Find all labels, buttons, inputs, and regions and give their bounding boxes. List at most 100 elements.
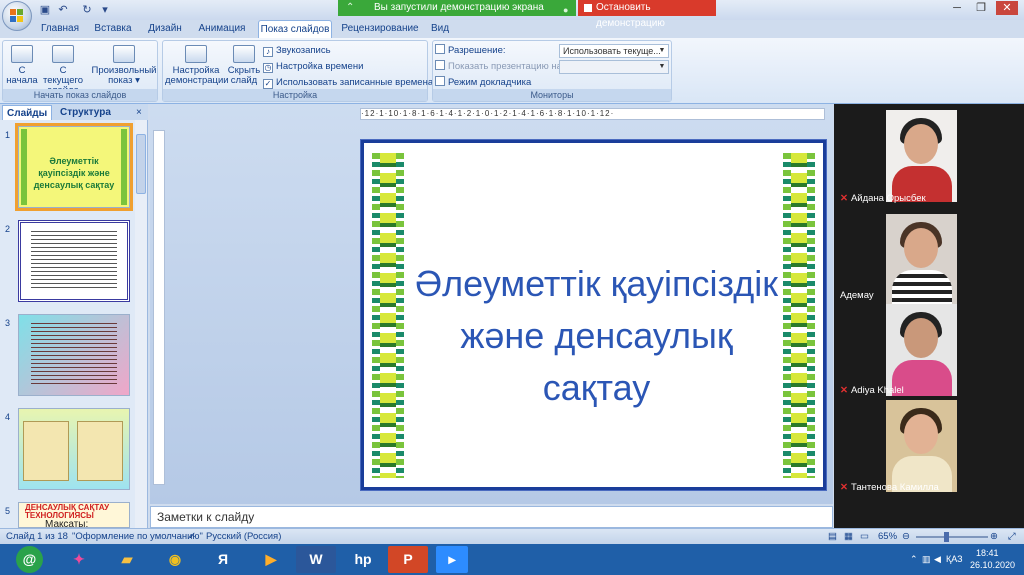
taskbar: @ ✦ ▰ ◉ Я ▶ W hp P ▸ ⌃ ▥ ◀ ҚАЗ 18:41 26.… xyxy=(0,544,1024,575)
horizontal-ruler: ·12·1·10·1·8·1·6·1·4·1·2·1·0·1·2·1·4·1·6… xyxy=(360,108,825,120)
powerpoint-icon[interactable]: P xyxy=(388,546,428,573)
current-slide[interactable]: Әлеуметтік қауіпсіздік және денсаулық са… xyxy=(360,139,827,491)
slide-thumbnail-3[interactable] xyxy=(18,314,130,396)
setup-show-button[interactable]: Настройка демонстрации xyxy=(165,45,229,86)
office-logo-icon xyxy=(10,9,24,23)
clock-icon: ◷ xyxy=(263,63,273,73)
start-icon[interactable]: @ xyxy=(16,546,43,573)
yandex-icon[interactable]: Я xyxy=(204,546,242,573)
show-on-select[interactable]: ▼ xyxy=(559,60,669,74)
theme-name[interactable]: "Оформление по умолчанию" xyxy=(72,529,203,544)
shield-icon: ● xyxy=(563,5,569,15)
participant-video[interactable] xyxy=(886,304,957,396)
custom-show-label: Произвольный показ xyxy=(91,65,157,86)
resolution-label-row: Разрешение: xyxy=(435,44,506,58)
ribbon: С начала С текущего слайда Произвольный … xyxy=(0,38,1024,104)
participant-name-text: Adiya Khalel xyxy=(850,385,904,396)
from-start-label: С начала xyxy=(6,65,38,86)
presenter-view-checkbox[interactable]: Режим докладчика xyxy=(435,76,531,90)
participant-name: ✕ Тантенова Камилла xyxy=(840,482,939,493)
tab-review[interactable]: Рецензирование xyxy=(340,20,420,38)
dropdown-arrow-icon: ▼ xyxy=(658,63,666,70)
participant-video[interactable] xyxy=(886,110,957,202)
zoom-in-icon[interactable]: ⊕ xyxy=(990,529,998,544)
resolution-select[interactable]: Использовать текуще... ▼ xyxy=(559,44,669,58)
slides-pane: Слайды Структура × 1 Әлеуметтік қауіпсіз… xyxy=(0,104,148,528)
folder-icon[interactable]: ▰ xyxy=(108,546,146,573)
slide-title[interactable]: Әлеуметтік қауіпсіздік және денсаулық са… xyxy=(404,258,789,414)
clock-time[interactable]: 18:41 xyxy=(976,548,999,558)
ribbon-tabs: Главная Вставка Дизайн Анимация Показ сл… xyxy=(0,20,1024,38)
slides-scrollbar[interactable] xyxy=(135,120,147,528)
tab-animation[interactable]: Анимация xyxy=(194,20,250,38)
keyboard-language[interactable]: ҚАЗ xyxy=(946,554,963,564)
zoom-slider[interactable] xyxy=(916,536,988,538)
close-icon[interactable]: ✕ xyxy=(996,1,1018,15)
language-indicator[interactable]: Русский (Россия) xyxy=(206,529,281,544)
zoom-slider-handle[interactable] xyxy=(944,532,949,542)
zoom-app-icon[interactable]: ▸ xyxy=(436,546,468,573)
network-icon[interactable]: ▥ xyxy=(922,554,931,565)
rehearse-timings-label: Настройка времени xyxy=(276,61,364,72)
slide-title-line-1: Әлеуметтік қауіпсіздік xyxy=(415,263,778,304)
record-narration-button[interactable]: ♪ Звукозапись xyxy=(263,44,331,58)
media-player-icon[interactable]: ▶ xyxy=(252,546,290,573)
chrome-icon[interactable]: ◉ xyxy=(156,546,194,573)
tab-view[interactable]: Вид xyxy=(428,20,452,38)
office-button[interactable] xyxy=(2,1,32,31)
slide-thumbnail-5[interactable]: ДЕНСАУЛЫҚ САҚТАУ ТЕХНОЛОГИЯСЫ Мақсаты: xyxy=(18,502,130,528)
slide-sorter-icon[interactable]: ▦ xyxy=(844,529,853,544)
word-icon[interactable]: W xyxy=(296,546,336,573)
redo-icon[interactable]: ↻ xyxy=(80,3,94,17)
slide-number: 5 xyxy=(5,506,11,516)
chevron-up-icon[interactable]: ⌃ xyxy=(346,0,354,16)
minimize-icon[interactable]: ─ xyxy=(946,1,968,15)
slide-number: 2 xyxy=(5,224,11,234)
stop-share-button[interactable]: Остановить демонстрацию xyxy=(578,0,716,29)
save-icon[interactable]: ▣ xyxy=(38,3,52,17)
tab-slides[interactable]: Слайды xyxy=(2,105,53,120)
close-pane-icon[interactable]: × xyxy=(132,105,146,120)
scrollbar-thumb[interactable] xyxy=(136,134,146,194)
slide-thumbnail-2[interactable] xyxy=(18,220,130,302)
hp-icon[interactable]: hp xyxy=(344,546,382,573)
chevron-up-icon[interactable]: ⌃ xyxy=(910,554,918,565)
zoom-level[interactable]: 65% xyxy=(878,529,897,544)
clock-date[interactable]: 26.10.2020 xyxy=(970,560,1015,570)
restore-icon[interactable]: ❐ xyxy=(970,1,992,15)
spellcheck-icon[interactable]: ✓ xyxy=(188,529,196,544)
volume-icon[interactable]: ◀ xyxy=(934,554,941,565)
zoom-out-icon[interactable]: ⊖ xyxy=(902,529,910,544)
custom-show-icon xyxy=(113,45,135,63)
vertical-ruler xyxy=(153,130,165,485)
customize-qat-icon[interactable]: ▾ xyxy=(98,3,112,17)
hide-slide-label: Скрыть слайд xyxy=(227,65,261,86)
slide-thumbnail-1[interactable]: Әлеуметтік қауіпсіздік және денсаулық са… xyxy=(15,123,133,211)
custom-show-button[interactable]: Произвольный показ ▾ xyxy=(91,45,157,86)
normal-view-icon[interactable]: ▤ xyxy=(828,529,837,544)
participant-video[interactable] xyxy=(886,214,957,306)
rehearse-timings-button[interactable]: ◷ Настройка времени xyxy=(263,60,363,74)
slide-thumbnail-4[interactable] xyxy=(18,408,130,490)
checkbox-unchecked-icon xyxy=(435,76,445,86)
tab-design[interactable]: Дизайн xyxy=(144,20,186,38)
notes-field[interactable]: Заметки к слайду xyxy=(150,506,833,528)
participant-name-text: Тантенова Камилла xyxy=(850,482,939,493)
tab-home[interactable]: Главная xyxy=(38,20,82,38)
tab-insert[interactable]: Вставка xyxy=(90,20,136,38)
thumbnail-subtitle: Мақсаты: xyxy=(45,519,89,528)
hide-slide-button[interactable]: Скрыть слайд xyxy=(227,45,261,86)
fit-to-window-icon[interactable]: ⤢ xyxy=(1008,529,1016,544)
undo-icon[interactable]: ↶ xyxy=(56,3,70,17)
tab-outline[interactable]: Структура xyxy=(56,105,115,120)
tab-slideshow[interactable]: Показ слайдов xyxy=(258,20,332,38)
setup-show-icon xyxy=(185,45,207,63)
from-start-button[interactable]: С начала xyxy=(5,45,39,86)
app-icon[interactable]: ✦ xyxy=(60,546,98,573)
presenter-view-label: Режим докладчика xyxy=(448,77,532,88)
monitors-group: Разрешение: Использовать текуще... ▼ Пок… xyxy=(432,40,672,102)
pane-tabs: Слайды Структура × xyxy=(0,104,148,120)
use-timings-checkbox[interactable]: ✓ Использовать записанные времена xyxy=(263,76,433,90)
participant-video[interactable] xyxy=(886,400,957,492)
slideshow-view-icon[interactable]: ▭ xyxy=(860,529,869,544)
